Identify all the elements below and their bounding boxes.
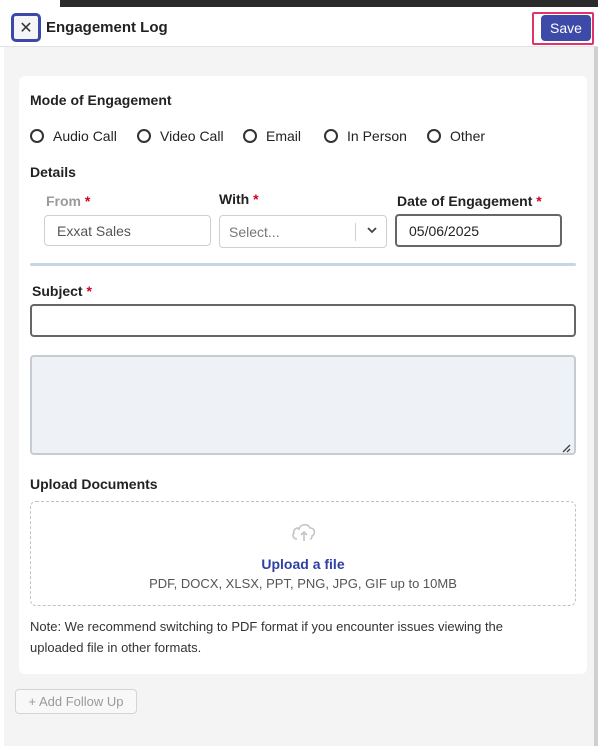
radio-audio-call[interactable]: Audio Call: [30, 128, 117, 144]
radio-label: In Person: [347, 128, 407, 144]
dialog-title: Engagement Log: [46, 19, 168, 36]
radio-email[interactable]: Email: [243, 128, 301, 144]
from-label: From *: [46, 193, 90, 209]
radio-circle-icon: [137, 129, 151, 143]
radio-circle-icon: [324, 129, 338, 143]
description-textarea[interactable]: [30, 355, 576, 455]
upload-note: Note: We recommend switching to PDF form…: [30, 619, 504, 655]
save-button[interactable]: Save: [541, 15, 591, 41]
with-placeholder: Select...: [229, 223, 280, 240]
radio-circle-icon: [243, 129, 257, 143]
with-label-text: With: [219, 191, 250, 207]
resize-handle-icon[interactable]: [561, 440, 571, 453]
upload-documents-label: Upload Documents: [30, 476, 158, 492]
date-value: 05/06/2025: [409, 222, 480, 239]
section-divider: [30, 263, 576, 266]
date-label-text: Date of Engagement: [397, 193, 533, 209]
radio-label: Video Call: [160, 128, 224, 144]
radio-video-call[interactable]: Video Call: [137, 128, 224, 144]
mode-of-engagement-label: Mode of Engagement: [30, 92, 172, 108]
radio-circle-icon: [30, 129, 44, 143]
upload-dropzone[interactable]: Upload a file PDF, DOCX, XLSX, PPT, PNG,…: [30, 501, 576, 606]
dialog-header: ✕ Engagement Log Save: [0, 9, 598, 47]
chevron-down-icon[interactable]: [366, 223, 378, 240]
radio-other[interactable]: Other: [427, 128, 485, 144]
required-marker: *: [536, 193, 542, 209]
top-strip-bar: [60, 0, 536, 7]
radio-in-person[interactable]: In Person: [324, 128, 407, 144]
subject-label: Subject *: [32, 283, 92, 299]
cloud-upload-icon: [290, 521, 318, 548]
date-of-engagement-input[interactable]: 05/06/2025: [395, 214, 562, 247]
top-strip-bar-right: [536, 0, 598, 7]
radio-circle-icon: [427, 129, 441, 143]
upload-file-link[interactable]: Upload a file: [31, 556, 575, 572]
details-label: Details: [30, 164, 76, 180]
required-marker: *: [253, 191, 259, 207]
radio-label: Audio Call: [53, 128, 117, 144]
close-icon: ✕: [19, 19, 33, 37]
add-follow-up-button[interactable]: + Add Follow Up: [15, 689, 137, 714]
window-top-strip: [0, 0, 598, 9]
upload-file-types: PDF, DOCX, XLSX, PPT, PNG, JPG, GIF up t…: [149, 576, 457, 591]
radio-label: Other: [450, 128, 486, 144]
required-marker: *: [86, 283, 92, 299]
from-label-text: From: [46, 193, 81, 209]
with-label: With *: [219, 191, 259, 207]
select-separator: [355, 223, 356, 241]
close-button[interactable]: ✕: [11, 13, 41, 42]
scrollbar[interactable]: [594, 47, 598, 746]
radio-label: Email: [266, 128, 302, 144]
subject-label-text: Subject: [32, 283, 83, 299]
from-value: Exxat Sales: [57, 222, 131, 239]
subject-input[interactable]: [30, 304, 576, 337]
from-field: Exxat Sales: [44, 215, 211, 246]
date-of-engagement-label: Date of Engagement *: [397, 193, 542, 209]
required-marker: *: [84, 193, 91, 209]
with-select[interactable]: Select...: [219, 215, 387, 248]
